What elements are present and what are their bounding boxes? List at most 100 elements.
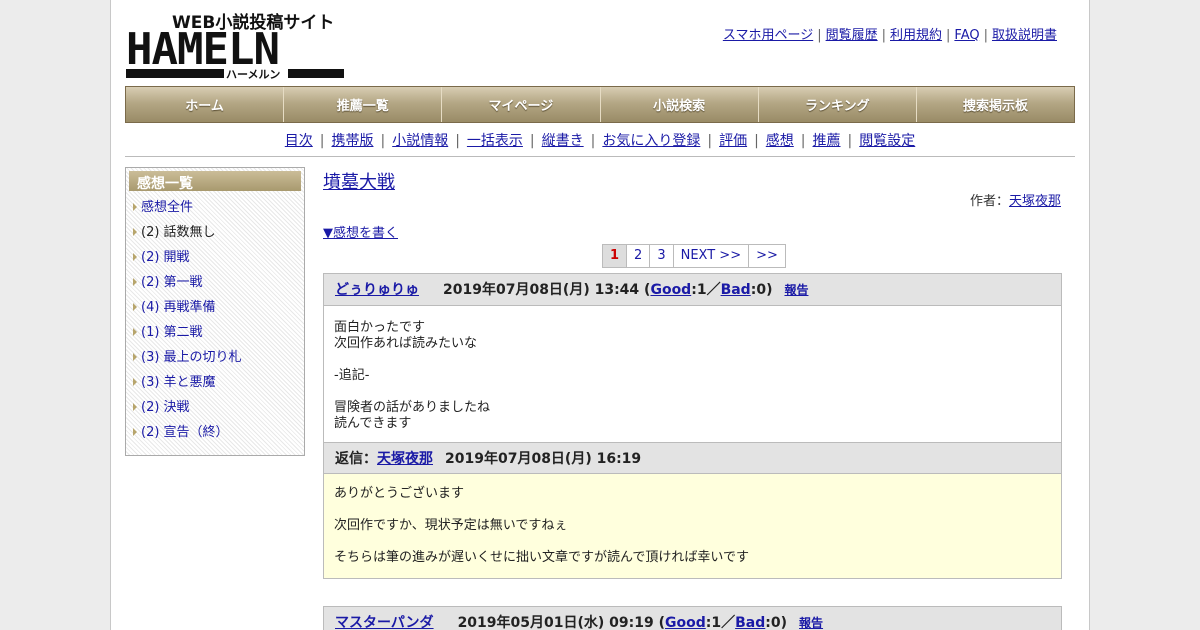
sidebar-item: (2) 話数無し [129, 220, 301, 245]
reply-label: 返信： [335, 451, 377, 467]
manual-link[interactable]: 取扱説明書 [992, 28, 1057, 43]
sidebar-item[interactable]: (2) 第一戦 [129, 270, 301, 295]
comment-line: -追記- [334, 368, 370, 383]
logo-sub: ハーメルン [226, 68, 280, 81]
comment-card: マスターパンダ 2019年05月01日(水) 09:19 (Good:1／Bad:… [323, 606, 1062, 630]
arrow-icon [133, 403, 137, 411]
sidebar-item-chapter[interactable]: (2) 宣告（終） [141, 425, 229, 440]
reply-line: そちらは筆の進みが遅いくせに拙い文章ですが読んで頂ければ幸いです [334, 550, 749, 565]
author-line: 作者：天塚夜那 [970, 190, 1061, 209]
reply-line: 次回作ですか、現状予定は無いですねぇ [334, 518, 568, 533]
next-link[interactable]: NEXT >> [681, 248, 741, 263]
comment-body: 面白かったです 次回作あれば読みたいな -追記- 冒険者の話がありましたね 読ん… [324, 306, 1061, 442]
nav-search[interactable]: 小説検索 [600, 87, 759, 122]
arrow-icon [133, 228, 137, 236]
nav-home[interactable]: ホーム [126, 87, 285, 122]
smartphone-link[interactable]: スマホ用ページ [723, 28, 813, 43]
reply-body: ありがとうございます 次回作ですか、現状予定は無いですねぇ そちらは筆の進みが遅… [324, 474, 1061, 578]
comment-sidebar: 感想一覧 感想全件 (2) 話数無し (2) 開戦 (2) 第一戦 (4) 再戦… [125, 167, 305, 456]
bad-button[interactable]: Bad [735, 615, 765, 630]
sidebar-item-chapter[interactable]: (4) 再戦準備 [141, 300, 216, 315]
sidebar-item-chapter[interactable]: (2) 決戦 [141, 400, 190, 415]
comment-user[interactable]: マスターパンダ [335, 615, 434, 630]
comment-line: 次回作あれば読みたいな [334, 336, 478, 351]
good-button[interactable]: Good [665, 615, 706, 630]
sidebar-item[interactable]: (3) 最上の切り札 [129, 345, 301, 370]
subnav-info[interactable]: 小説情報 [392, 133, 448, 149]
subnav-vertical[interactable]: 縦書き [542, 133, 584, 149]
sidebar-item[interactable]: (4) 再戦準備 [129, 295, 301, 320]
write-comment-link[interactable]: ▼感想を書く [323, 222, 398, 241]
bad-button[interactable]: Bad [721, 282, 751, 298]
arrow-icon [133, 203, 137, 211]
nav-ranking[interactable]: ランキング [758, 87, 917, 122]
hameln-logo[interactable]: WEB小説投稿サイト HAMELN ハーメルン [126, 10, 346, 82]
subnav-comments[interactable]: 感想 [766, 133, 794, 149]
subnav-mobile[interactable]: 携帯版 [331, 133, 373, 149]
page-last[interactable]: >> [748, 244, 786, 268]
faq-link[interactable]: FAQ [954, 28, 979, 43]
comment-line: 冒険者の話がありましたね [334, 400, 491, 415]
comment-line: 面白かったです [334, 320, 426, 335]
comment-line: 読んできます [334, 416, 412, 431]
sidebar-item-chapter[interactable]: (3) 最上の切り札 [141, 350, 242, 365]
nav-mypage[interactable]: マイページ [442, 87, 601, 122]
good-count: 1 [696, 282, 707, 298]
arrow-icon [133, 428, 137, 436]
bad-count: 0 [770, 615, 781, 630]
sidebar-item-no-chapter: (2) 話数無し [141, 225, 216, 240]
page-next[interactable]: NEXT >> [672, 244, 750, 268]
author-label: 作者： [969, 194, 1009, 209]
page-item[interactable]: 3 [649, 244, 674, 268]
report-link[interactable]: 報告 [784, 283, 808, 297]
nav-recommendations[interactable]: 推薦一覧 [284, 87, 443, 122]
subnav-all[interactable]: 一括表示 [467, 133, 523, 149]
arrow-icon [133, 253, 137, 261]
good-button[interactable]: Good [650, 282, 691, 298]
sidebar-item-chapter[interactable]: (2) 第一戦 [141, 275, 203, 290]
comment-header: マスターパンダ 2019年05月01日(水) 09:19 (Good:1／Bad:… [324, 607, 1061, 630]
subnav-favorite[interactable]: お気に入り登録 [602, 133, 700, 149]
page-item[interactable]: 2 [626, 244, 651, 268]
subnav-settings[interactable]: 閲覧設定 [859, 133, 915, 149]
sidebar-item-all[interactable]: 感想全件 [141, 200, 193, 215]
sidebar-item-chapter[interactable]: (3) 羊と悪魔 [141, 375, 216, 390]
comment-date: 2019年07月08日(月) 13:44 [443, 282, 640, 298]
reply-line: ありがとうございます [334, 486, 465, 501]
reply-user[interactable]: 天塚夜那 [377, 451, 433, 467]
last-link[interactable]: >> [756, 248, 778, 263]
author-link[interactable]: 天塚夜那 [1009, 194, 1061, 209]
page-link[interactable]: 3 [657, 248, 665, 263]
sidebar-item[interactable]: (2) 決戦 [129, 395, 301, 420]
sidebar-item-chapter[interactable]: (1) 第二戦 [141, 325, 203, 340]
sidebar-item-chapter[interactable]: (2) 開戦 [141, 250, 190, 265]
comment-user[interactable]: どぅりゅりゅ [335, 282, 419, 298]
subnav-toc[interactable]: 目次 [285, 133, 313, 149]
comment-header: どぅりゅりゅ 2019年07月08日(月) 13:44 (Good:1／Bad:0… [324, 274, 1061, 306]
history-link[interactable]: 閲覧履歴 [826, 28, 878, 43]
reply-date: 2019年07月08日(月) 16:19 [445, 451, 642, 467]
arrow-icon [133, 353, 137, 361]
good-count: 1 [711, 615, 722, 630]
nav-search-board[interactable]: 捜索掲示板 [916, 87, 1075, 122]
novel-title[interactable]: 墳墓大戦 [323, 168, 395, 194]
arrow-icon [133, 278, 137, 286]
terms-link[interactable]: 利用規約 [890, 28, 942, 43]
sidebar-item[interactable]: (2) 開戦 [129, 245, 301, 270]
sidebar-item[interactable]: (3) 羊と悪魔 [129, 370, 301, 395]
novel-subnav: 目次 | 携帯版 | 小説情報 | 一括表示 | 縦書き | お気に入り登録 | 評価 | 感想 | 推薦 | 閲覧… [284, 133, 916, 149]
reply-header: 返信：天塚夜那 2019年07月08日(月) 16:19 [324, 442, 1061, 474]
sidebar-item[interactable]: 感想全件 [129, 195, 301, 220]
subnav-recommend[interactable]: 推薦 [813, 133, 841, 149]
sidebar-item[interactable]: (2) 宣告（終） [129, 420, 301, 445]
arrow-icon [133, 378, 137, 386]
page-link[interactable]: 2 [634, 248, 642, 263]
subnav-rate[interactable]: 評価 [719, 133, 747, 149]
bad-count: 0 [756, 282, 767, 298]
divider [125, 156, 1075, 157]
main-nav: ホーム 推薦一覧 マイページ 小説検索 ランキング 捜索掲示板 [125, 86, 1075, 123]
top-links: スマホ用ページ | 閲覧履歴 | 利用規約 | FAQ | 取扱説明書 [722, 28, 1057, 43]
sidebar-item[interactable]: (1) 第二戦 [129, 320, 301, 345]
report-link[interactable]: 報告 [799, 616, 823, 630]
sidebar-title: 感想一覧 [129, 171, 301, 192]
